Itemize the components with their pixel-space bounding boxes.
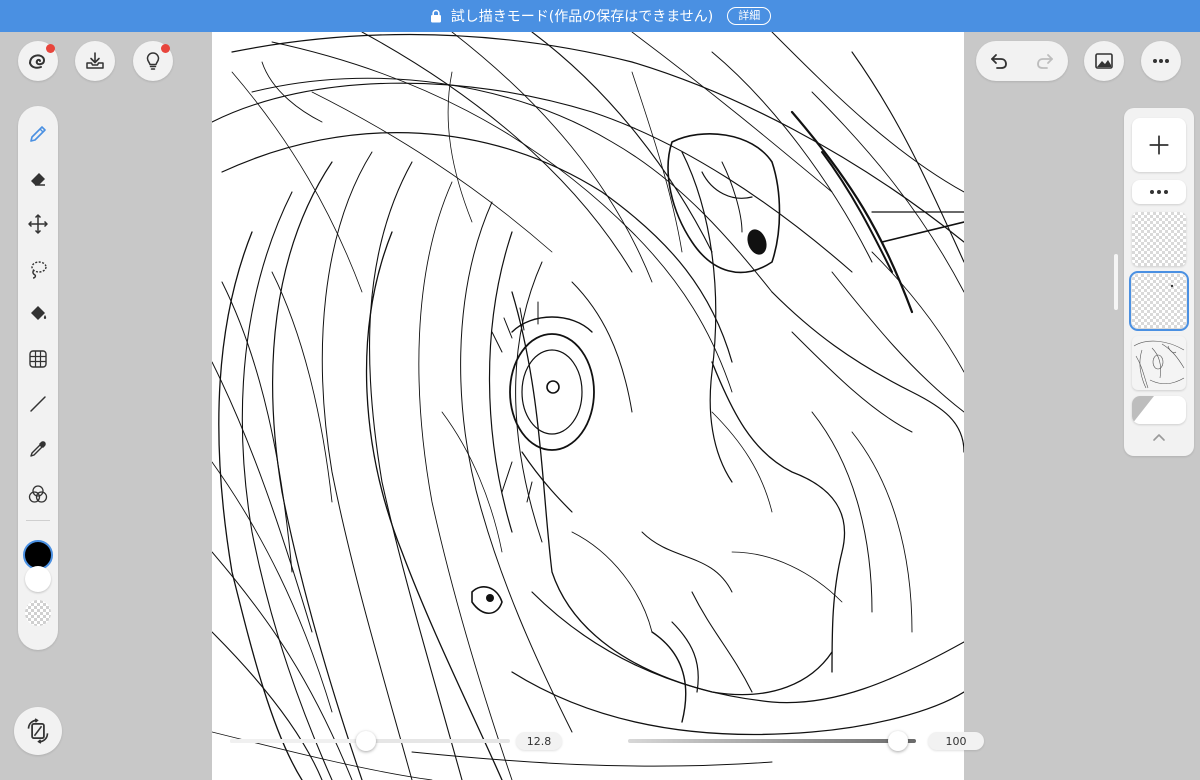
layer-current[interactable]: [1129, 271, 1189, 331]
detail-button[interactable]: 詳細: [727, 7, 772, 25]
more-horizontal-icon: [1150, 190, 1168, 194]
rotate-canvas-button[interactable]: [14, 707, 62, 755]
paint-bucket-icon: [31, 306, 47, 320]
lightbulb-icon: [146, 52, 160, 70]
lock-icon: [430, 9, 441, 23]
sketch-artwork: [212, 32, 964, 780]
toolbar-divider: [26, 520, 50, 521]
tool-color-blend[interactable]: [26, 482, 50, 506]
move-arrows-icon: [28, 214, 48, 234]
tool-transform[interactable]: [26, 347, 50, 371]
tool-palette: [18, 106, 58, 650]
undo-redo-group: [976, 41, 1068, 81]
swirl-logo-icon: [29, 54, 45, 69]
tool-eyedropper[interactable]: [26, 437, 50, 461]
trial-mode-banner: 試し描きモード(作品の保存はできません) 詳細: [0, 0, 1200, 32]
tool-line[interactable]: [26, 392, 50, 416]
tool-fill[interactable]: [26, 302, 50, 326]
brush-size-thumb[interactable]: [355, 731, 376, 751]
tool-pen[interactable]: [26, 122, 50, 146]
color-circles-icon: [28, 485, 48, 503]
opacity-value: 100: [928, 732, 984, 750]
eraser-icon: [31, 173, 45, 186]
add-layer-button[interactable]: [1132, 118, 1186, 172]
opacity-track[interactable]: [628, 739, 916, 743]
brush-size-fill: [230, 739, 366, 743]
app-menu-button[interactable]: [18, 41, 58, 81]
plus-icon: [1149, 135, 1169, 155]
gallery-button[interactable]: [1084, 41, 1124, 81]
line-icon: [30, 396, 46, 412]
layer-current-preview: [1170, 284, 1174, 288]
eyedropper-icon: [30, 441, 46, 457]
tips-button[interactable]: [133, 41, 173, 81]
more-button[interactable]: [1141, 41, 1181, 81]
layers-panel: [1124, 108, 1194, 456]
layers-scroll-handle[interactable]: [1114, 254, 1118, 310]
download-tray-icon: [86, 52, 104, 69]
layer-sketch-preview: [1133, 340, 1185, 389]
transparent-color-swatch[interactable]: [25, 600, 51, 626]
brush-size-value: 12.8: [516, 732, 562, 750]
layer-options-button[interactable]: [1132, 180, 1186, 204]
tool-lasso[interactable]: [26, 257, 50, 281]
redo-icon[interactable]: [1034, 50, 1056, 72]
pen-icon: [30, 126, 46, 142]
image-icon: [1095, 53, 1113, 69]
tool-move[interactable]: [26, 212, 50, 236]
drawing-canvas[interactable]: [212, 32, 964, 780]
more-horizontal-icon: [1153, 59, 1169, 63]
paper-icon: [1132, 396, 1154, 424]
undo-icon[interactable]: [988, 50, 1010, 72]
banner-text: 試し描きモード(作品の保存はできません): [450, 9, 714, 25]
rotate-canvas-icon: [27, 718, 49, 744]
opacity-thumb[interactable]: [888, 731, 908, 751]
background-layer[interactable]: [1132, 396, 1186, 424]
layer-empty[interactable]: [1132, 212, 1186, 266]
notification-badge: [46, 44, 55, 53]
grid-transform-icon: [29, 350, 47, 368]
chevron-up-icon[interactable]: [1151, 430, 1167, 446]
download-button[interactable]: [75, 41, 115, 81]
layer-sketch[interactable]: [1132, 336, 1186, 390]
notification-badge: [161, 44, 170, 53]
secondary-color-swatch[interactable]: [25, 566, 51, 592]
tool-eraser[interactable]: [26, 167, 50, 191]
lasso-icon: [31, 261, 47, 279]
